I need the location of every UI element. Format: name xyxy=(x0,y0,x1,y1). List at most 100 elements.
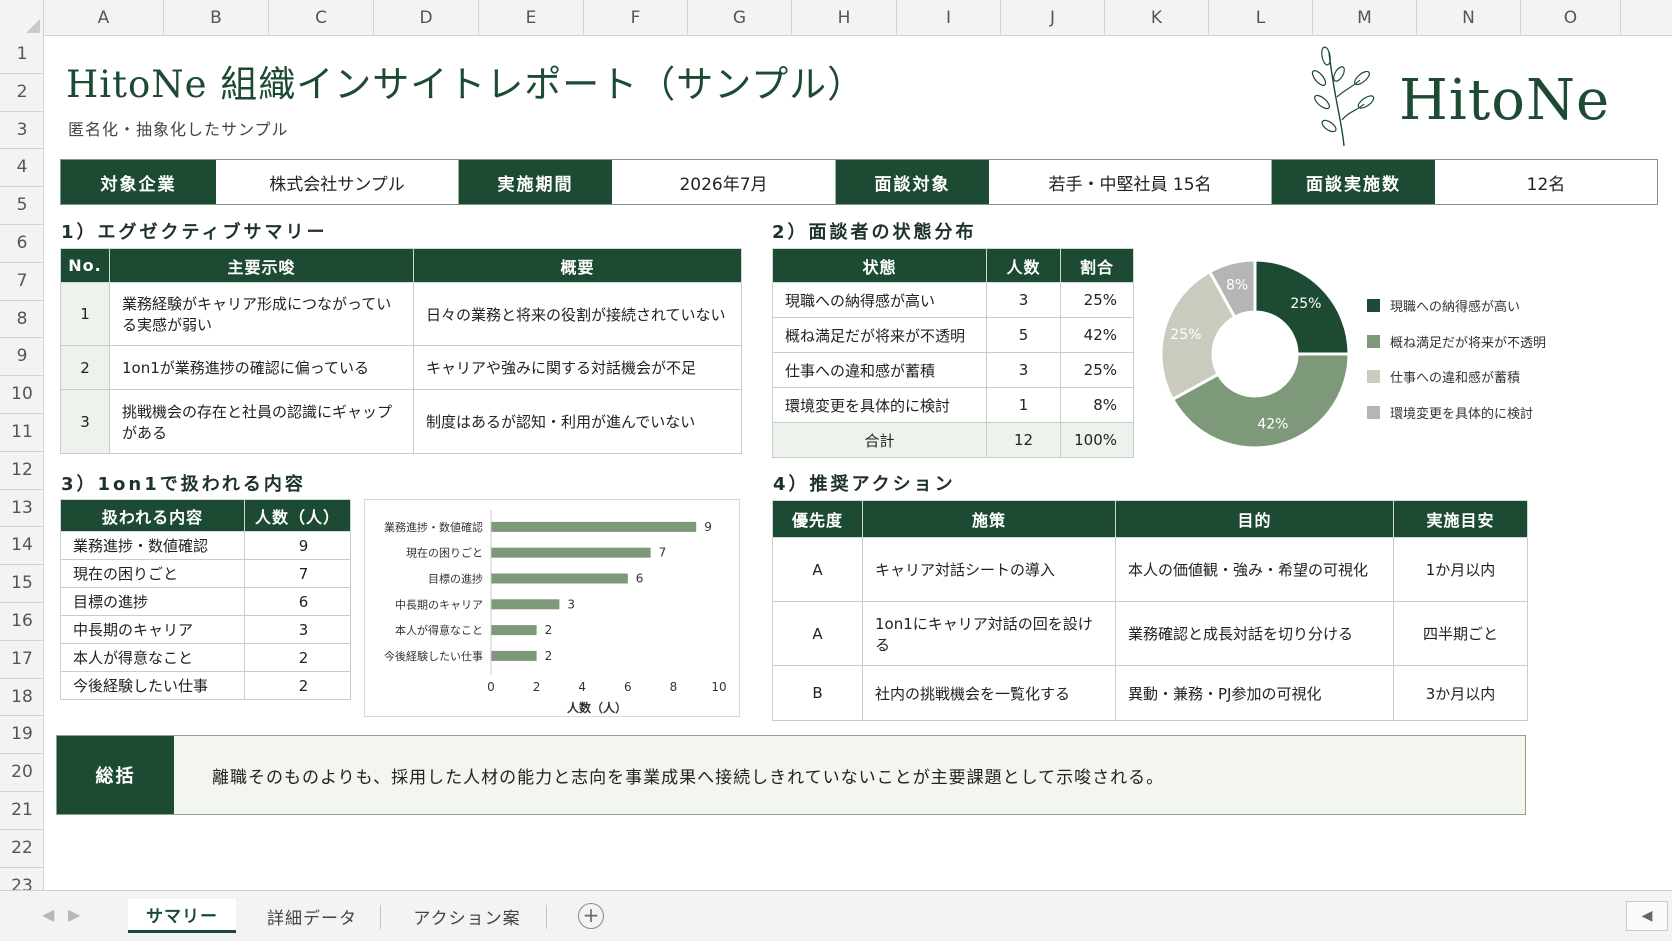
cell-people[interactable]: 2 xyxy=(244,643,351,672)
cell-overview[interactable]: 日々の業務と将来の役割が接続されていない xyxy=(413,282,742,346)
row-header[interactable]: 19 xyxy=(0,716,43,755)
column-header[interactable]: N xyxy=(1417,0,1521,36)
sheet-canvas[interactable]: HitoNe 組織インサイトレポート（サンプル） 匿名化・抽象化したサンプル H… xyxy=(44,36,1672,890)
cell-purpose[interactable]: 異動・兼務・PJ参加の可視化 xyxy=(1115,665,1394,721)
row-header[interactable]: 15 xyxy=(0,565,43,603)
next-sheet-icon[interactable]: ▶ xyxy=(68,905,80,924)
cell-no[interactable]: 3 xyxy=(60,389,110,454)
column-header[interactable]: F xyxy=(584,0,688,36)
cell-state[interactable]: 現職への納得感が高い xyxy=(772,282,987,318)
cell-people[interactable]: 9 xyxy=(244,531,351,560)
row-header[interactable]: 16 xyxy=(0,603,43,641)
cell-topic[interactable]: 今後経験したい仕事 xyxy=(60,671,245,700)
row-header[interactable]: 5 xyxy=(0,187,43,225)
cell-topic[interactable]: 業務進捗・数値確認 xyxy=(60,531,245,560)
cell-topic[interactable]: 目標の進捗 xyxy=(60,587,245,616)
cell-priority[interactable]: A xyxy=(772,537,863,602)
row-header[interactable]: 6 xyxy=(0,225,43,263)
row-header[interactable]: 17 xyxy=(0,641,43,679)
cell-timing[interactable]: 四半期ごと xyxy=(1393,601,1528,666)
row-header[interactable]: 14 xyxy=(0,527,43,566)
tab-detail-data[interactable]: 詳細データ xyxy=(248,899,376,933)
cell-topic[interactable]: 現在の困りごと xyxy=(60,559,245,588)
cell-overview[interactable]: キャリアや強みに関する対話機会が不足 xyxy=(413,345,742,390)
column-header[interactable]: E xyxy=(479,0,584,36)
row-header[interactable]: 4 xyxy=(0,149,43,188)
tab-action-plan[interactable]: アクション案 xyxy=(392,899,542,933)
cell-no[interactable]: 1 xyxy=(60,282,110,346)
select-all-corner[interactable] xyxy=(0,0,44,36)
cell-overview[interactable]: 制度はあるが認知・利用が進んでいない xyxy=(413,389,742,454)
cell-priority[interactable]: A xyxy=(772,601,863,666)
cell-people[interactable]: 3 xyxy=(244,615,351,644)
cell-measure[interactable]: キャリア対話シートの導入 xyxy=(862,537,1116,602)
row-header[interactable]: 7 xyxy=(0,263,43,301)
cell-state[interactable]: 仕事への違和感が蓄積 xyxy=(772,352,987,388)
column-header[interactable]: G xyxy=(688,0,792,36)
cell-people[interactable]: 2 xyxy=(244,671,351,700)
cell-ratio[interactable]: 42% xyxy=(1060,317,1134,353)
cell-timing[interactable]: 3か月以内 xyxy=(1393,665,1528,721)
cell-timing[interactable]: 1か月以内 xyxy=(1393,537,1528,602)
column-header[interactable]: K xyxy=(1105,0,1209,36)
column-header[interactable]: A xyxy=(44,0,164,36)
cell-priority[interactable]: B xyxy=(772,665,863,721)
row-header[interactable]: 3 xyxy=(0,112,43,150)
info-value-period[interactable]: 2026年7月 xyxy=(612,160,836,204)
row-header[interactable]: 22 xyxy=(0,830,43,868)
prev-sheet-icon[interactable]: ◀ xyxy=(42,905,54,924)
summary-text[interactable]: 離職そのものよりも、採用した人材の能力と志向を事業成果へ接続しきれていないことが… xyxy=(174,736,1525,814)
row-header[interactable]: 12 xyxy=(0,452,43,490)
cell-topic[interactable]: 中長期のキャリア xyxy=(60,615,245,644)
cell-count[interactable]: 3 xyxy=(986,282,1061,318)
topics-bar-chart-frame[interactable]: 業務進捗・数値確認 9 現在の困りごと 7 目標の進捗 6 中長期のキャリア 3 本人が得意なこ… xyxy=(364,499,740,717)
cell-measure[interactable]: 社内の挑戦機会を一覧化する xyxy=(862,665,1116,721)
info-value-count[interactable]: 12名 xyxy=(1435,160,1657,204)
column-header[interactable]: M xyxy=(1313,0,1417,36)
column-header[interactable]: C xyxy=(269,0,374,36)
row-header[interactable]: 8 xyxy=(0,301,43,339)
cell-purpose[interactable]: 業務確認と成長対話を切り分ける xyxy=(1115,601,1394,666)
info-value-company[interactable]: 株式会社サンプル xyxy=(216,160,459,204)
column-header[interactable]: O xyxy=(1521,0,1621,36)
cell-insight[interactable]: 挑戦機会の存在と社員の認識にギャップがある xyxy=(109,389,414,454)
cell-measure[interactable]: 1on1にキャリア対話の回を設ける xyxy=(862,601,1116,666)
cell-people[interactable]: 7 xyxy=(244,559,351,588)
column-header[interactable]: J xyxy=(1001,0,1105,36)
cell-count[interactable]: 5 xyxy=(986,317,1061,353)
column-header[interactable]: L xyxy=(1209,0,1313,36)
cell-ratio[interactable]: 8% xyxy=(1060,387,1134,423)
cell-total-label[interactable]: 合計 xyxy=(772,422,987,458)
add-sheet-icon[interactable]: + xyxy=(578,903,604,929)
column-header[interactable]: B xyxy=(164,0,269,36)
row-header[interactable]: 10 xyxy=(0,376,43,414)
cell-ratio[interactable]: 25% xyxy=(1060,352,1134,388)
row-header[interactable]: 9 xyxy=(0,338,43,377)
cell-state[interactable]: 環境変更を具体的に検討 xyxy=(772,387,987,423)
row-header[interactable]: 1 xyxy=(0,36,43,74)
row-header[interactable]: 13 xyxy=(0,490,43,528)
cell-ratio[interactable]: 25% xyxy=(1060,282,1134,318)
info-value-target[interactable]: 若手・中堅社員 15名 xyxy=(989,160,1272,204)
cell-no[interactable]: 2 xyxy=(60,345,110,390)
cell-count[interactable]: 3 xyxy=(986,352,1061,388)
cell-state[interactable]: 概ね満足だが将来が不透明 xyxy=(772,317,987,353)
column-header[interactable]: D xyxy=(374,0,479,36)
cell-total-ratio[interactable]: 100% xyxy=(1060,422,1134,458)
row-header[interactable]: 18 xyxy=(0,679,43,717)
row-header[interactable]: 21 xyxy=(0,792,43,830)
column-header[interactable]: H xyxy=(792,0,897,36)
column-header[interactable]: I xyxy=(897,0,1001,36)
scroll-left-icon[interactable]: ◀ xyxy=(1626,901,1668,931)
cell-total-count[interactable]: 12 xyxy=(986,422,1061,458)
row-header[interactable]: 23 xyxy=(0,868,43,890)
cell-count[interactable]: 1 xyxy=(986,387,1061,423)
cell-topic[interactable]: 本人が得意なこと xyxy=(60,643,245,672)
cell-insight[interactable]: 業務経験がキャリア形成につながっている実感が弱い xyxy=(109,282,414,346)
row-header[interactable]: 2 xyxy=(0,74,43,112)
cell-people[interactable]: 6 xyxy=(244,587,351,616)
row-header[interactable]: 11 xyxy=(0,414,43,452)
cell-insight[interactable]: 1on1が業務進捗の確認に偏っている xyxy=(109,345,414,390)
row-header[interactable]: 20 xyxy=(0,754,43,792)
tab-summary[interactable]: サマリー xyxy=(128,899,236,933)
